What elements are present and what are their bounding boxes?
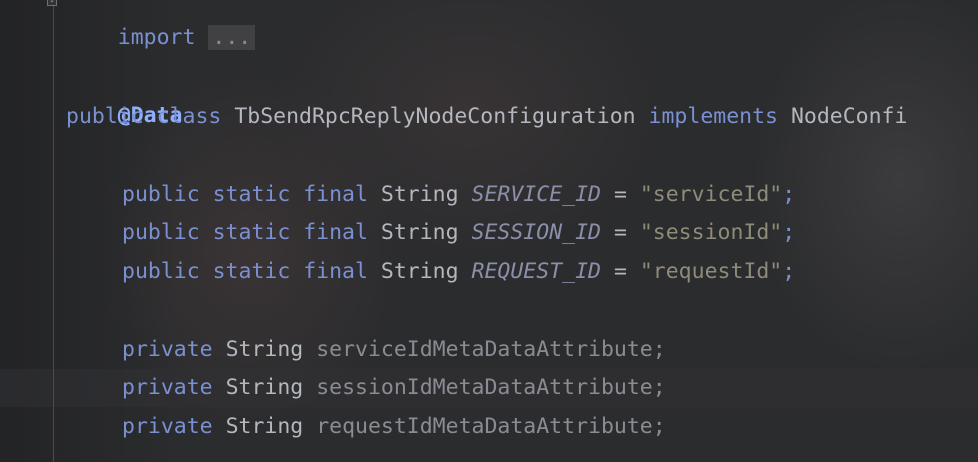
fold-toggle-icon[interactable]: - xyxy=(47,0,57,7)
field-type: String xyxy=(225,375,304,400)
folded-imports[interactable]: ... xyxy=(208,25,256,50)
constant-type: String xyxy=(380,182,459,207)
constant-modifiers: public static final xyxy=(122,259,368,284)
string-literal: "requestId" xyxy=(639,259,783,284)
field-modifier: private xyxy=(122,337,213,362)
field-modifier: private xyxy=(122,375,213,400)
constant-name: REQUEST_ID xyxy=(471,259,601,284)
field-name: sessionIdMetaDataAttribute; xyxy=(316,375,666,400)
import-keyword: import xyxy=(117,25,196,50)
constant-modifiers: public static final xyxy=(122,182,368,207)
field-modifier: private xyxy=(122,414,213,439)
code-editor[interactable]: - import ... @Data public class TbSendRp… xyxy=(0,0,978,462)
constant-type: String xyxy=(380,259,459,284)
field-name: requestIdMetaDataAttribute; xyxy=(316,414,666,439)
field-type: String xyxy=(225,414,304,439)
semicolon: ; xyxy=(782,182,796,207)
code-line-import[interactable]: import ... xyxy=(66,0,256,50)
string-literal: "sessionId" xyxy=(639,220,783,245)
gutter-divider xyxy=(53,0,54,462)
field-name: serviceIdMetaDataAttribute; xyxy=(316,337,666,362)
semicolon: ; xyxy=(782,220,796,245)
equals-sign: = xyxy=(613,182,627,207)
code-line-class-declaration[interactable]: public class TbSendRpcReplyNodeConfigura… xyxy=(66,98,907,136)
code-line-field[interactable]: private String requestIdMetaDataAttribut… xyxy=(122,408,666,446)
constant-name: SERVICE_ID xyxy=(471,182,601,207)
semicolon: ; xyxy=(782,259,796,284)
class-name: TbSendRpcReplyNodeConfiguration xyxy=(234,104,636,129)
code-line-constant[interactable]: public static final String REQUEST_ID = … xyxy=(122,253,795,291)
field-type: String xyxy=(225,337,304,362)
keyword-public: public xyxy=(66,104,144,129)
code-line-constant[interactable]: public static final String SESSION_ID = … xyxy=(122,214,795,252)
code-line-annotation[interactable]: @Data xyxy=(66,59,183,128)
keyword-class: class xyxy=(156,104,222,129)
keyword-implements: implements xyxy=(648,104,778,129)
code-line-field[interactable]: private String serviceIdMetaDataAttribut… xyxy=(122,331,666,369)
constant-modifiers: public static final xyxy=(122,220,368,245)
constant-name: SESSION_ID xyxy=(471,220,601,245)
code-line-constant[interactable]: public static final String SERVICE_ID = … xyxy=(122,176,795,214)
code-line-field[interactable]: private String sessionIdMetaDataAttribut… xyxy=(122,369,666,407)
constant-type: String xyxy=(380,220,459,245)
equals-sign: = xyxy=(613,259,627,284)
equals-sign: = xyxy=(613,220,627,245)
string-literal: "serviceId" xyxy=(639,182,783,207)
interface-name: NodeConfi xyxy=(790,104,908,129)
